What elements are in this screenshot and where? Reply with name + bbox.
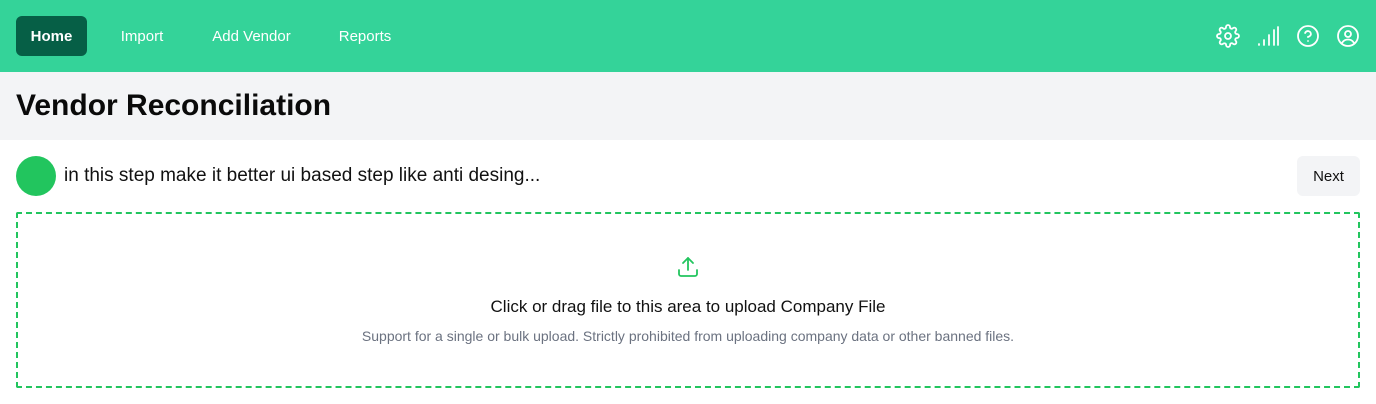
upload-title: Click or drag file to this area to uploa… <box>490 297 886 316</box>
nav-import[interactable]: Import <box>104 16 180 56</box>
upload-hint: Support for a single or bulk upload. Str… <box>361 328 1015 344</box>
upload-icon <box>675 254 701 280</box>
user-icon[interactable] <box>1334 22 1362 50</box>
help-icon[interactable] <box>1294 22 1322 50</box>
step-text: in this step make it better ui based ste… <box>64 165 541 186</box>
nav-home[interactable]: Home <box>16 16 87 56</box>
next-button[interactable]: Next <box>1297 156 1360 196</box>
page-title: Vendor Reconciliation <box>16 89 332 122</box>
nav-add-vendor[interactable]: Add Vendor <box>196 16 307 56</box>
top-navigation-bar: Home Import Add Vendor Reports <box>0 0 1376 72</box>
settings-icon[interactable] <box>1214 22 1242 50</box>
signal-icon[interactable] <box>1254 22 1282 50</box>
nav-reports[interactable]: Reports <box>323 16 407 56</box>
step-avatar <box>16 156 56 196</box>
